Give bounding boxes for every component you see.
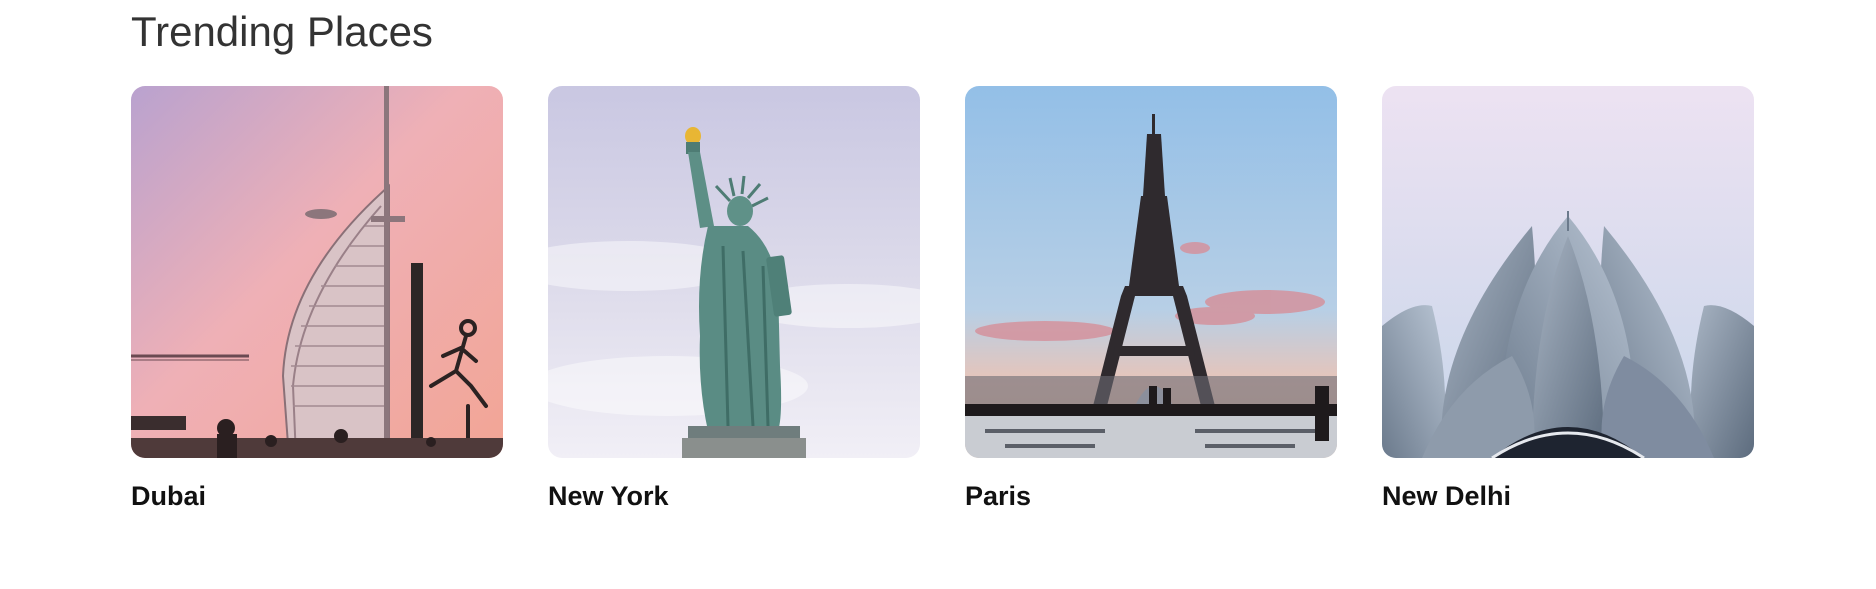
places-grid: Dubai New York Paris New Delhi	[131, 86, 1754, 512]
trending-places-section: Trending Places Dubai New York Paris New…	[0, 0, 1876, 589]
lotus-temple-photo-icon[interactable]	[1382, 86, 1754, 458]
place-name[interactable]: New Delhi	[1382, 480, 1754, 512]
place-name[interactable]: Paris	[965, 480, 1337, 512]
place-card-new-york[interactable]: New York	[548, 86, 920, 512]
place-name[interactable]: Dubai	[131, 480, 503, 512]
section-title: Trending Places	[131, 8, 433, 55]
place-card-paris[interactable]: Paris	[965, 86, 1337, 512]
place-card-dubai[interactable]: Dubai	[131, 86, 503, 512]
burj-al-arab-photo-icon[interactable]	[131, 86, 503, 458]
place-card-new-delhi[interactable]: New Delhi	[1382, 86, 1754, 512]
statue-of-liberty-photo-icon[interactable]	[548, 86, 920, 458]
eiffel-tower-photo-icon[interactable]	[965, 86, 1337, 458]
place-name[interactable]: New York	[548, 480, 920, 512]
